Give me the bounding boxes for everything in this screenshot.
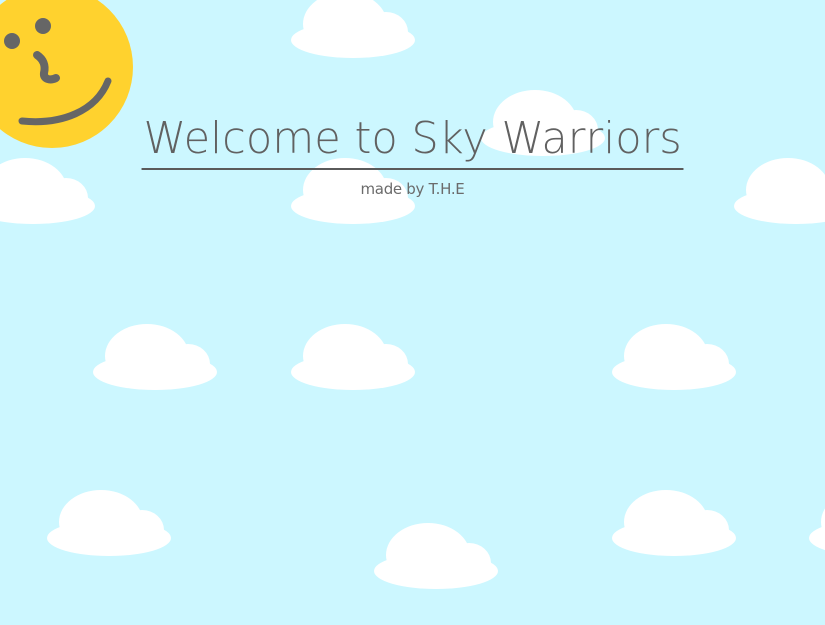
- cloud: [611, 324, 737, 392]
- cloud: [290, 324, 416, 392]
- cloud: [290, 0, 416, 60]
- cloud: [373, 523, 499, 591]
- game-credit: made by T.H.E: [360, 180, 465, 198]
- title-container: Welcome to Sky Warriors: [0, 112, 825, 170]
- cloud: [808, 490, 825, 558]
- game-title: Welcome to Sky Warriors: [141, 112, 684, 170]
- game-start-screen: Welcome to Sky Warriors made by T.H.E: [0, 0, 825, 625]
- cloud: [46, 490, 172, 558]
- cloud: [92, 324, 218, 392]
- cloud: [611, 490, 737, 558]
